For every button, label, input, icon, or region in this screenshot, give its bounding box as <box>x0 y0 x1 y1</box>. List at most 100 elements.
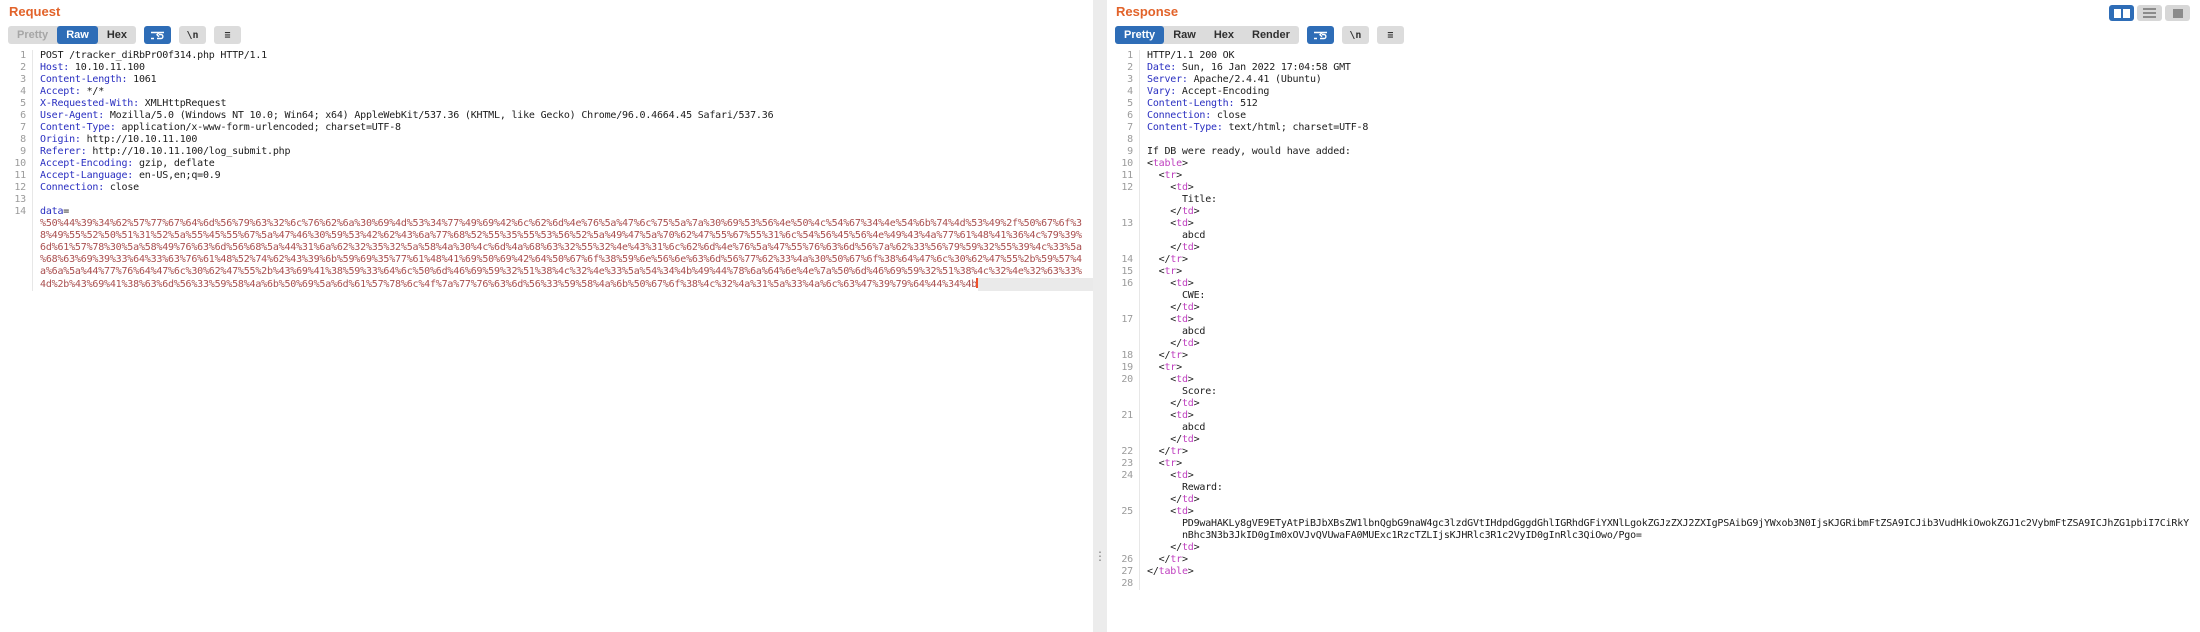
line-number <box>1107 386 1140 398</box>
newline-toggle-icon[interactable]: \n <box>179 26 206 44</box>
line-text: Host: 10.10.11.100 <box>33 62 1093 74</box>
code-line[interactable]: 8%49%55%52%50%51%31%52%5a%55%45%55%67%5a… <box>0 230 1093 242</box>
line-number: 14 <box>1107 254 1140 266</box>
response-editor[interactable]: 1HTTP/1.1 200 OK2Date: Sun, 16 Jan 2022 … <box>1107 48 2200 590</box>
code-line[interactable]: 24 <td> <box>1107 470 2200 482</box>
code-line[interactable]: 2Date: Sun, 16 Jan 2022 17:04:58 GMT <box>1107 62 2200 74</box>
code-line[interactable]: </td> <box>1107 542 2200 554</box>
code-line[interactable]: 21 <td> <box>1107 410 2200 422</box>
code-line[interactable]: 5X-Requested-With: XMLHttpRequest <box>0 98 1093 110</box>
code-line[interactable]: 9Referer: http://10.10.11.100/log_submit… <box>0 146 1093 158</box>
line-text: PD9waHAKLy8gVE9ETyAtPiBJbXBsZW1lbnQgbG9n… <box>1140 518 2200 530</box>
line-number <box>0 266 33 278</box>
code-line[interactable]: 19 <tr> <box>1107 362 2200 374</box>
code-line[interactable]: </td> <box>1107 338 2200 350</box>
line-number: 12 <box>1107 182 1140 194</box>
code-line[interactable]: 10Accept-Encoding: gzip, deflate <box>0 158 1093 170</box>
code-line[interactable]: %68%63%69%39%33%64%33%63%76%61%48%52%74%… <box>0 254 1093 266</box>
tab-render[interactable]: Render <box>1243 26 1299 44</box>
editor-menu-icon[interactable]: ≡ <box>214 26 241 44</box>
code-line[interactable]: 20 <td> <box>1107 374 2200 386</box>
code-line[interactable]: 8Origin: http://10.10.11.100 <box>0 134 1093 146</box>
code-line[interactable]: 10<table> <box>1107 158 2200 170</box>
code-line[interactable]: 28 <box>1107 578 2200 590</box>
divider-drag-handle-icon[interactable]: ⋮ <box>1093 552 1107 560</box>
editor-menu-icon[interactable]: ≡ <box>1377 26 1404 44</box>
code-line[interactable]: 6d%61%57%78%30%5a%58%49%76%63%6d%56%68%5… <box>0 242 1093 254</box>
code-line[interactable]: </td> <box>1107 494 2200 506</box>
line-number: 15 <box>1107 266 1140 278</box>
line-text: <tr> <box>1140 458 2200 470</box>
wrap-lines-icon[interactable] <box>144 26 171 44</box>
code-line[interactable]: </td> <box>1107 242 2200 254</box>
code-line[interactable]: %50%44%39%34%62%57%77%67%64%6d%56%79%63%… <box>0 218 1093 230</box>
code-line[interactable]: 1POST /tracker_diRbPrO0f314.php HTTP/1.1 <box>0 50 1093 62</box>
code-line[interactable]: 13 <box>0 194 1093 206</box>
code-line[interactable]: Reward: <box>1107 482 2200 494</box>
tab-raw[interactable]: Raw <box>57 26 98 44</box>
code-line[interactable]: </td> <box>1107 206 2200 218</box>
code-line[interactable]: 1HTTP/1.1 200 OK <box>1107 50 2200 62</box>
code-line[interactable]: 2Host: 10.10.11.100 <box>0 62 1093 74</box>
code-line[interactable]: PD9waHAKLy8gVE9ETyAtPiBJbXBsZW1lbnQgbG9n… <box>1107 518 2200 530</box>
line-text: Content-Type: application/x-www-form-url… <box>33 122 1093 134</box>
code-line[interactable]: Title: <box>1107 194 2200 206</box>
tab-pretty[interactable]: Pretty <box>8 26 57 44</box>
code-line[interactable]: 7Content-Type: application/x-www-form-ur… <box>0 122 1093 134</box>
layout-single-button[interactable] <box>2165 5 2190 21</box>
code-line[interactable]: nBhc3N3b3JkID0gIm0xOVJvQVUwaFA0MUExc1Rzc… <box>1107 530 2200 542</box>
tab-hex[interactable]: Hex <box>1205 26 1243 44</box>
code-line[interactable]: 7Content-Type: text/html; charset=UTF-8 <box>1107 122 2200 134</box>
code-line[interactable]: 4Accept: */* <box>0 86 1093 98</box>
code-line[interactable]: CWE: <box>1107 290 2200 302</box>
line-text: nBhc3N3b3JkID0gIm0xOVJvQVUwaFA0MUExc1Rzc… <box>1140 530 2200 542</box>
code-line[interactable]: 8 <box>1107 134 2200 146</box>
line-number: 3 <box>0 74 33 86</box>
code-line[interactable]: 4d%2b%43%69%41%38%63%6d%56%33%59%58%4a%6… <box>0 278 1093 291</box>
line-number: 14 <box>0 206 33 218</box>
code-line[interactable]: </td> <box>1107 434 2200 446</box>
code-line[interactable]: 22 </tr> <box>1107 446 2200 458</box>
code-line[interactable]: 14 </tr> <box>1107 254 2200 266</box>
code-line[interactable]: 26 </tr> <box>1107 554 2200 566</box>
code-line[interactable]: 11 <tr> <box>1107 170 2200 182</box>
code-line[interactable]: abcd <box>1107 230 2200 242</box>
code-line[interactable]: 14data= <box>0 206 1093 218</box>
wrap-lines-icon[interactable] <box>1307 26 1334 44</box>
code-line[interactable]: 25 <td> <box>1107 506 2200 518</box>
line-text: </td> <box>1140 398 2200 410</box>
code-line[interactable]: 17 <td> <box>1107 314 2200 326</box>
code-line[interactable]: abcd <box>1107 326 2200 338</box>
code-line[interactable]: </td> <box>1107 398 2200 410</box>
code-line[interactable]: 12 <td> <box>1107 182 2200 194</box>
newline-toggle-icon[interactable]: \n <box>1342 26 1369 44</box>
tab-pretty[interactable]: Pretty <box>1115 26 1164 44</box>
layout-rows-button[interactable] <box>2137 5 2162 21</box>
code-line[interactable]: 11Accept-Language: en-US,en;q=0.9 <box>0 170 1093 182</box>
request-editor[interactable]: 1POST /tracker_diRbPrO0f314.php HTTP/1.1… <box>0 48 1093 291</box>
tab-raw[interactable]: Raw <box>1164 26 1205 44</box>
code-line[interactable]: </td> <box>1107 302 2200 314</box>
code-line[interactable]: 6User-Agent: Mozilla/5.0 (Windows NT 10.… <box>0 110 1093 122</box>
code-line[interactable]: 23 <tr> <box>1107 458 2200 470</box>
line-text: Accept: */* <box>33 86 1093 98</box>
code-line[interactable]: a%6a%5a%44%77%76%64%47%6c%30%62%47%55%2b… <box>0 266 1093 278</box>
tab-hex[interactable]: Hex <box>98 26 136 44</box>
code-line[interactable]: 16 <td> <box>1107 278 2200 290</box>
line-text <box>1140 578 2200 590</box>
code-line[interactable]: 15 <tr> <box>1107 266 2200 278</box>
code-line[interactable]: 3Content-Length: 1061 <box>0 74 1093 86</box>
layout-columns-button[interactable] <box>2109 5 2134 21</box>
request-panel: Request PrettyRawHex\n≡ 1POST /tracker_d… <box>0 0 1093 632</box>
code-line[interactable]: 6Connection: close <box>1107 110 2200 122</box>
code-line[interactable]: 4Vary: Accept-Encoding <box>1107 86 2200 98</box>
code-line[interactable]: 12Connection: close <box>0 182 1093 194</box>
code-line[interactable]: 9If DB were ready, would have added: <box>1107 146 2200 158</box>
code-line[interactable]: 13 <td> <box>1107 218 2200 230</box>
code-line[interactable]: 3Server: Apache/2.4.41 (Ubuntu) <box>1107 74 2200 86</box>
code-line[interactable]: 27</table> <box>1107 566 2200 578</box>
code-line[interactable]: 5Content-Length: 512 <box>1107 98 2200 110</box>
code-line[interactable]: abcd <box>1107 422 2200 434</box>
code-line[interactable]: Score: <box>1107 386 2200 398</box>
code-line[interactable]: 18 </tr> <box>1107 350 2200 362</box>
